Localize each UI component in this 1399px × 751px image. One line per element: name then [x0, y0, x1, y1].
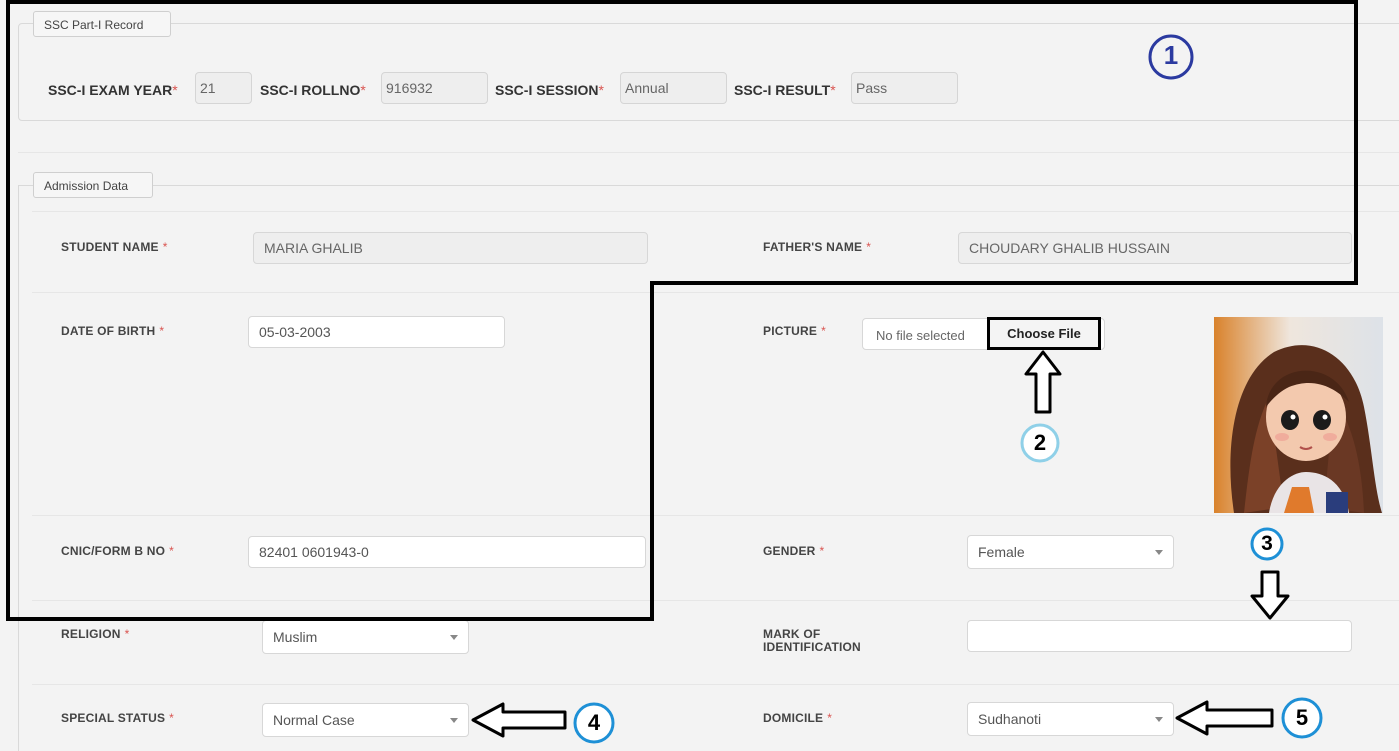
up-arrow-icon	[1024, 350, 1062, 414]
mark-of-identification-field[interactable]	[967, 620, 1352, 652]
exam-year-field[interactable]: 21	[195, 72, 252, 104]
row-divider	[32, 515, 1399, 516]
gender-value: Female	[978, 544, 1025, 560]
annotation-number-5: 5	[1295, 705, 1309, 730]
section-divider	[18, 152, 1399, 153]
row-divider	[32, 600, 1399, 601]
exam-year-label: SSC-I EXAM YEAR*	[48, 82, 178, 98]
result-field[interactable]: Pass	[851, 72, 958, 104]
chevron-down-icon	[1155, 717, 1163, 722]
annotation-number-3: 3	[1261, 532, 1273, 555]
row-divider	[32, 211, 1399, 212]
down-arrow-icon	[1250, 570, 1290, 620]
special-status-label: SPECIAL STATUS *	[61, 711, 175, 725]
left-arrow-icon	[471, 702, 567, 738]
chevron-down-icon	[450, 635, 458, 640]
father-name-label: FATHER'S NAME *	[763, 240, 872, 254]
gender-select[interactable]: Female	[967, 535, 1174, 569]
annotation-number-4: 4	[587, 710, 601, 735]
left-arrow-icon	[1175, 700, 1274, 736]
row-divider	[32, 292, 1399, 293]
session-label: SSC-I SESSION*	[495, 82, 604, 98]
dob-label: DATE OF BIRTH *	[61, 324, 165, 338]
student-photo	[1214, 317, 1383, 513]
mark-of-identification-label: MARK OF IDENTIFICATION	[763, 627, 861, 654]
special-status-select[interactable]: Normal Case	[262, 703, 469, 737]
rollno-field[interactable]: 916932	[381, 72, 488, 104]
annotation-number-2: 2	[1033, 430, 1047, 455]
cnic-field[interactable]: 82401 0601943-0	[248, 536, 646, 568]
admission-fieldset-left	[18, 185, 19, 751]
session-field[interactable]: Annual	[620, 72, 727, 104]
chevron-down-icon	[450, 718, 458, 723]
special-status-value: Normal Case	[273, 712, 355, 728]
chevron-down-icon	[1155, 550, 1163, 555]
domicile-label: DOMICILE *	[763, 711, 833, 725]
ssc-legend: SSC Part-I Record	[33, 11, 171, 37]
gender-label: GENDER *	[763, 544, 825, 558]
domicile-value: Sudhanoti	[978, 711, 1042, 727]
admission-fieldset-top	[18, 185, 1399, 186]
picture-label: PICTURE *	[763, 324, 826, 338]
student-name-field[interactable]: MARIA GHALIB	[253, 232, 648, 264]
result-label: SSC-I RESULT*	[734, 82, 836, 98]
father-name-field[interactable]: CHOUDARY GHALIB HUSSAIN	[958, 232, 1352, 264]
row-divider	[32, 684, 1399, 685]
domicile-select[interactable]: Sudhanoti	[967, 702, 1174, 736]
religion-value: Muslim	[273, 629, 318, 645]
religion-label: RELIGION *	[61, 627, 130, 641]
admission-legend: Admission Data	[33, 172, 153, 198]
cnic-label: CNIC/FORM B NO *	[61, 544, 175, 558]
religion-select[interactable]: Muslim	[262, 620, 469, 654]
rollno-label: SSC-I ROLLNO*	[260, 82, 366, 98]
dob-field[interactable]: 05-03-2003	[248, 316, 505, 348]
student-name-label: STUDENT NAME *	[61, 240, 168, 254]
choose-file-button[interactable]: Choose File	[987, 317, 1101, 350]
annotation-number-1: 1	[1163, 40, 1179, 70]
file-status-text: No file selected	[876, 328, 965, 343]
